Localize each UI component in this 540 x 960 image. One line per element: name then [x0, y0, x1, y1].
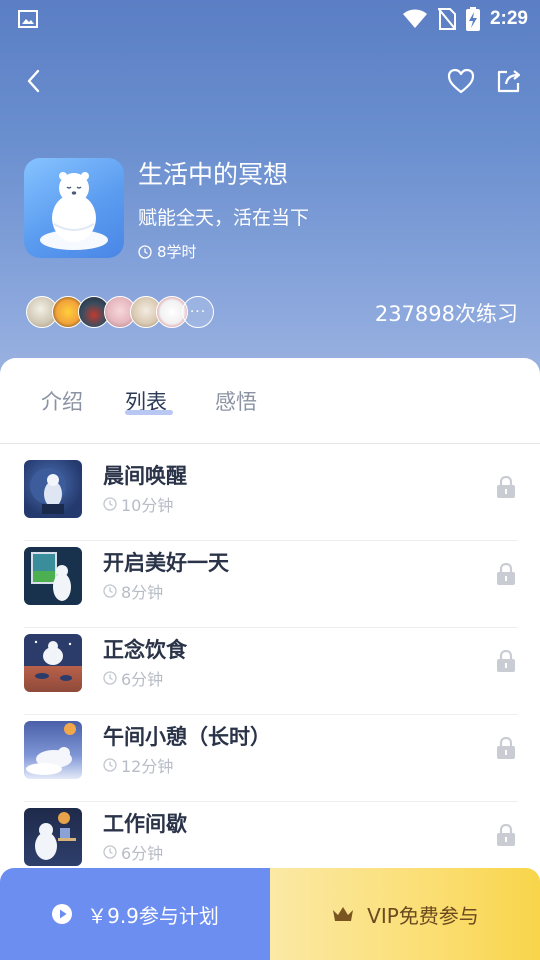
back-icon[interactable]: [20, 66, 50, 96]
lesson-title: 正念饮食: [103, 638, 187, 662]
more-participants-button[interactable]: ···: [182, 296, 214, 328]
clock: 2:29: [489, 8, 528, 29]
lesson-item[interactable]: 晨间唤醒 10分钟: [24, 454, 518, 541]
vip-join-button[interactable]: VIP免费参与: [270, 868, 540, 960]
participant-avatars[interactable]: ···: [26, 296, 214, 328]
lesson-duration-text: 12分钟: [121, 757, 174, 776]
lesson-thumbnail: [24, 547, 82, 605]
lock-icon: [497, 476, 515, 498]
moon-bear-icon: [30, 468, 66, 514]
course-title: 生活中的冥想: [138, 160, 289, 189]
course-cover-image: [24, 158, 124, 258]
practice-count: 237898次练习: [374, 302, 518, 326]
lesson-duration-text: 8分钟: [121, 583, 164, 602]
join-plan-label: ￥9.9参与计划: [87, 903, 219, 928]
lesson-duration: 6分钟: [103, 666, 163, 690]
bear-resting-icon: [26, 723, 76, 775]
image-notification-icon: [18, 10, 38, 28]
wifi-icon: [402, 9, 427, 28]
top-nav: [0, 60, 540, 104]
bottom-action-bar: ￥9.9参与计划 VIP免费参与: [0, 868, 540, 960]
lesson-duration: 10分钟: [103, 492, 173, 516]
vip-join-label: VIP免费参与: [367, 903, 479, 928]
clock-icon: [103, 758, 117, 772]
heart-icon[interactable]: [446, 66, 476, 96]
tab-reflections[interactable]: 感悟: [215, 386, 257, 416]
no-sim-icon: [437, 8, 456, 30]
clock-icon: [103, 497, 117, 511]
lesson-thumbnail: [24, 460, 82, 518]
content-card: 介绍 列表 感悟 晨间唤醒 10分钟 开启美好一天 8分钟 正念饮食 6分钟 午…: [0, 358, 540, 878]
lesson-item[interactable]: 午间小憩（长时） 12分钟: [24, 715, 518, 802]
lesson-duration-text: 6分钟: [121, 844, 164, 863]
battery-charging-icon: [465, 7, 480, 31]
course-subtitle: 赋能全天，活在当下: [138, 207, 310, 229]
lock-icon: [497, 824, 515, 846]
lesson-duration: 6分钟: [103, 840, 163, 864]
bear-working-icon: [35, 812, 76, 860]
clock-icon: [103, 845, 117, 859]
lesson-item[interactable]: 开启美好一天 8分钟: [24, 541, 518, 628]
share-icon[interactable]: [494, 66, 524, 96]
lesson-item[interactable]: 正念饮食 6分钟: [24, 628, 518, 715]
join-plan-button[interactable]: ￥9.9参与计划: [0, 868, 270, 960]
polar-bear-meditating-icon: [40, 172, 108, 250]
clock-icon: [103, 584, 117, 598]
course-duration-text: 8学时: [157, 243, 197, 261]
lesson-title: 午间小憩（长时）: [103, 725, 271, 749]
lesson-duration: 8分钟: [103, 579, 163, 603]
window-bear-icon: [31, 552, 71, 601]
crown-icon: [333, 907, 354, 921]
tab-bar: 介绍 列表 感悟: [0, 358, 540, 444]
active-tab-indicator: [125, 410, 173, 415]
lesson-thumbnail: [24, 808, 82, 866]
tab-intro[interactable]: 介绍: [41, 386, 83, 416]
play-icon: [52, 904, 73, 924]
course-duration: 8学时: [138, 241, 197, 262]
lesson-title: 工作间歇: [103, 812, 187, 836]
lesson-title: 晨间唤醒: [103, 464, 187, 488]
lesson-thumbnail: [24, 634, 82, 692]
lock-icon: [497, 650, 515, 672]
lesson-title: 开启美好一天: [103, 551, 229, 575]
lock-icon: [497, 737, 515, 759]
clock-icon: [103, 671, 117, 685]
clock-icon: [138, 244, 152, 259]
lesson-thumbnail: [24, 721, 82, 779]
status-bar: 2:29: [0, 0, 540, 38]
bear-eating-icon: [34, 640, 72, 681]
lock-icon: [497, 563, 515, 585]
lesson-list: 晨间唤醒 10分钟 开启美好一天 8分钟 正念饮食 6分钟 午间小憩（长时） 1…: [24, 454, 518, 889]
lesson-duration-text: 10分钟: [121, 496, 174, 515]
lesson-duration: 12分钟: [103, 753, 173, 777]
lesson-duration-text: 6分钟: [121, 670, 164, 689]
